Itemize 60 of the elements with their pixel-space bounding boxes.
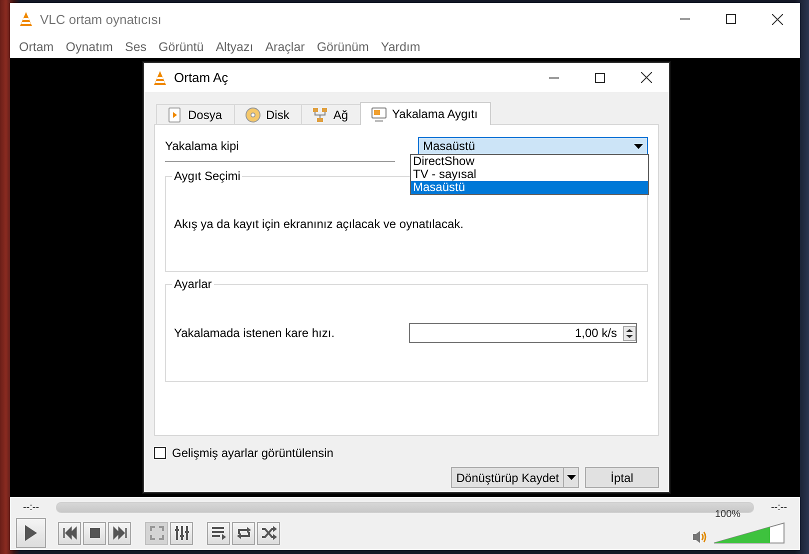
shuffle-icon (260, 525, 276, 541)
network-icon (312, 107, 328, 123)
menu-item[interactable]: Oynatım (64, 40, 121, 54)
previous-icon (62, 526, 76, 540)
checkbox-label: Gelişmiş ayarlar görüntülensin (172, 446, 334, 460)
cone-icon (18, 11, 34, 28)
stop-button[interactable] (83, 522, 106, 544)
menu-item[interactable]: Ortam (18, 40, 62, 54)
elapsed-time: --:-- (22, 502, 40, 512)
dropdown-option[interactable]: Masaüstü (411, 181, 648, 194)
equalizer-button[interactable] (170, 522, 193, 544)
dropdown-option[interactable]: TV - sayısal (411, 168, 648, 181)
menu-item[interactable]: Yardım (380, 40, 428, 54)
monitor-icon (371, 106, 388, 122)
equalizer-icon (174, 525, 190, 541)
description-text: Akış ya da kayıt için ekranınız açılacak ve oynatılacak. (174, 217, 464, 231)
tab[interactable]: Disk (234, 104, 302, 125)
playlist-icon (210, 525, 226, 541)
remaining-time: --:-- (770, 502, 788, 512)
close-icon (640, 72, 652, 83)
stop-icon (88, 526, 102, 540)
volume-reading: 100% (715, 509, 741, 520)
window-title: VLC ortam oynatıcısı (40, 12, 162, 27)
tab[interactable]: Dosya (156, 104, 236, 125)
caret-icon (634, 144, 643, 148)
capture-mode-dropdown[interactable]: Masaüstü (418, 137, 648, 155)
fullscreen-icon (150, 526, 164, 540)
frame-rate-label: Yakalamada istenen kare hızı. (174, 326, 335, 340)
dropdown-option[interactable]: DirectShow (411, 155, 648, 168)
capture-mode-label: Yakalama kipi (165, 139, 239, 153)
play-button[interactable] (16, 518, 46, 548)
group-title: Ayarlar (172, 277, 214, 291)
convert-save-button[interactable]: Dönüştürüp Kaydet (451, 467, 579, 488)
next-icon (112, 526, 126, 540)
close-icon (772, 14, 782, 25)
spin-arrows-icon[interactable] (623, 326, 636, 340)
caret-icon (566, 475, 576, 480)
checkbox[interactable] (154, 447, 166, 459)
cancel-button[interactable]: İptal (585, 467, 659, 488)
menu-item[interactable]: Görünüm (316, 40, 377, 54)
loop-icon (236, 525, 252, 541)
menu-item[interactable]: Ses (124, 40, 155, 54)
cone-icon (152, 70, 168, 86)
maximize-icon (595, 72, 605, 82)
menu-item[interactable]: Araçlar (264, 40, 313, 54)
tab[interactable]: Ağ (301, 104, 362, 125)
playlist-button[interactable] (207, 522, 230, 544)
loop-button[interactable] (232, 522, 255, 544)
speaker-icon[interactable] (692, 529, 708, 545)
shuffle-button[interactable] (257, 522, 280, 544)
dialog-title: Ortam Aç (174, 70, 230, 85)
menu-item[interactable]: Altyazı (214, 40, 262, 54)
next-button[interactable] (108, 522, 131, 544)
previous-button[interactable] (58, 522, 81, 544)
volume-slider[interactable] (712, 521, 786, 545)
maximize-icon (726, 14, 736, 24)
tab[interactable]: Yakalama Aygıtı (360, 102, 491, 125)
menu-item[interactable]: Görüntü (158, 40, 212, 54)
frame-rate-field[interactable]: 1,00 k/s (409, 323, 637, 343)
group-title: Aygıt Seçimi (172, 169, 242, 183)
